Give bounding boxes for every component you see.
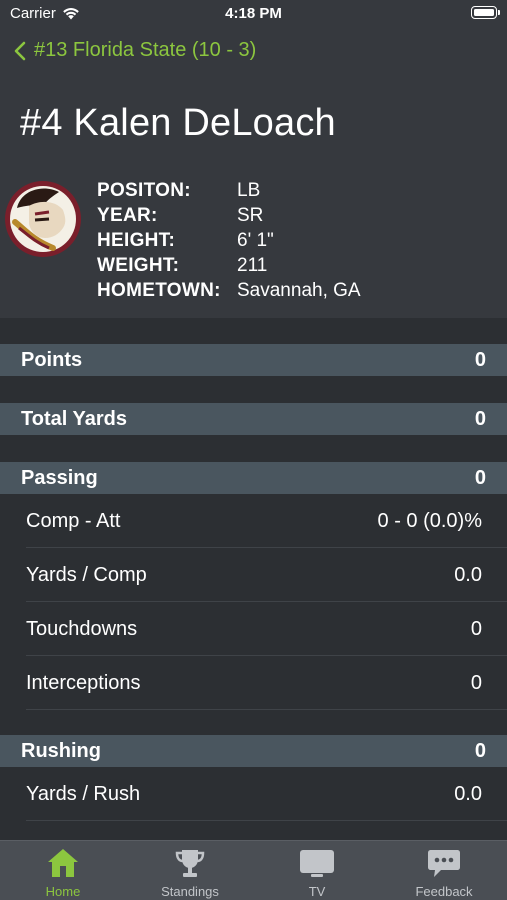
tab-standings[interactable]: Standings [127, 841, 253, 900]
team-logo [5, 181, 81, 257]
section-value: 0 [474, 348, 486, 371]
stat-label: Yards / Rush [26, 782, 141, 805]
status-bar: Carrier 4:18 PM [0, 0, 507, 30]
stat-row-yards-comp: Yards / Comp 0.0 [0, 548, 507, 602]
stat-row-touchdowns: Touchdowns 0 [0, 602, 507, 656]
tv-icon [300, 850, 334, 877]
tab-feedback[interactable]: Feedback [381, 841, 507, 900]
battery-icon [471, 6, 500, 19]
info-label: WEIGHT: [97, 255, 180, 276]
stat-label: Touchdowns [26, 617, 138, 640]
info-row-position: POSITON: LB [97, 178, 361, 203]
stat-label: Comp - Att [26, 509, 121, 532]
stat-label: Interceptions [26, 671, 141, 694]
stat-label: Yards / Comp [26, 563, 147, 586]
section-label: Total Yards [21, 407, 127, 430]
section-label: Passing [21, 466, 98, 489]
tab-tv[interactable]: TV [254, 841, 380, 900]
chevron-left-icon [14, 41, 26, 60]
info-label: HOMETOWN: [97, 280, 221, 301]
clock: 4:18 PM [225, 5, 282, 22]
info-value: 6' 1" [237, 230, 274, 251]
tab-label: Feedback [415, 884, 473, 899]
info-label: POSITON: [97, 180, 191, 201]
info-value: 211 [237, 255, 268, 276]
stat-value: 0.0 [454, 563, 482, 586]
player-name: #4 Kalen DeLoach [20, 102, 336, 144]
section-label: Rushing [21, 739, 101, 762]
tab-home[interactable]: Home [0, 841, 126, 900]
back-label: #13 Florida State (10 - 3) [34, 39, 257, 61]
stat-value: 0.0 [454, 782, 482, 805]
trophy-icon [175, 850, 205, 877]
feedback-icon [428, 850, 460, 877]
stat-value: 0 - 0 (0.0)% [377, 509, 482, 532]
info-row-year: YEAR: SR [97, 203, 361, 228]
section-points: Points 0 [0, 344, 507, 376]
section-rushing: Rushing 0 [0, 735, 507, 767]
player-header: #13 Florida State (10 - 3) #4 Kalen DeLo… [0, 30, 507, 318]
stat-row-comp-att: Comp - Att 0 - 0 (0.0)% [0, 494, 507, 548]
info-label: YEAR: [97, 205, 158, 226]
player-screen: Carrier 4:18 PM #13 Florida State (10 - … [0, 0, 507, 900]
section-value: 0 [474, 466, 486, 489]
tab-label: TV [308, 884, 326, 899]
divider [26, 820, 507, 821]
section-passing: Passing 0 [0, 462, 507, 494]
home-icon [48, 849, 78, 877]
stat-value: 0 [470, 617, 482, 640]
stat-row-yards-rush: Yards / Rush 0.0 [0, 767, 507, 821]
info-row-hometown: HOMETOWN: Savannah, GA [97, 278, 361, 303]
info-row-height: HEIGHT: 6' 1" [97, 228, 361, 253]
tab-label: Standings [161, 884, 219, 899]
info-value: SR [237, 205, 264, 226]
back-button[interactable]: #13 Florida State (10 - 3) [14, 39, 256, 62]
info-value: LB [237, 180, 261, 201]
tab-bar: Home Standings TV Feedback [0, 840, 507, 900]
info-label: HEIGHT: [97, 230, 176, 251]
stat-row-interceptions: Interceptions 0 [0, 656, 507, 710]
divider [26, 709, 507, 710]
section-label: Points [21, 348, 83, 371]
info-value: Savannah, GA [237, 280, 361, 301]
info-row-weight: WEIGHT: 211 [97, 253, 361, 278]
section-value: 0 [474, 739, 486, 762]
tab-label: Home [45, 884, 81, 899]
player-info: POSITON: LB YEAR: SR HEIGHT: 6' 1" WEIGH… [97, 178, 361, 303]
stat-value: 0 [470, 671, 482, 694]
section-total-yards: Total Yards 0 [0, 403, 507, 435]
section-value: 0 [474, 407, 486, 430]
